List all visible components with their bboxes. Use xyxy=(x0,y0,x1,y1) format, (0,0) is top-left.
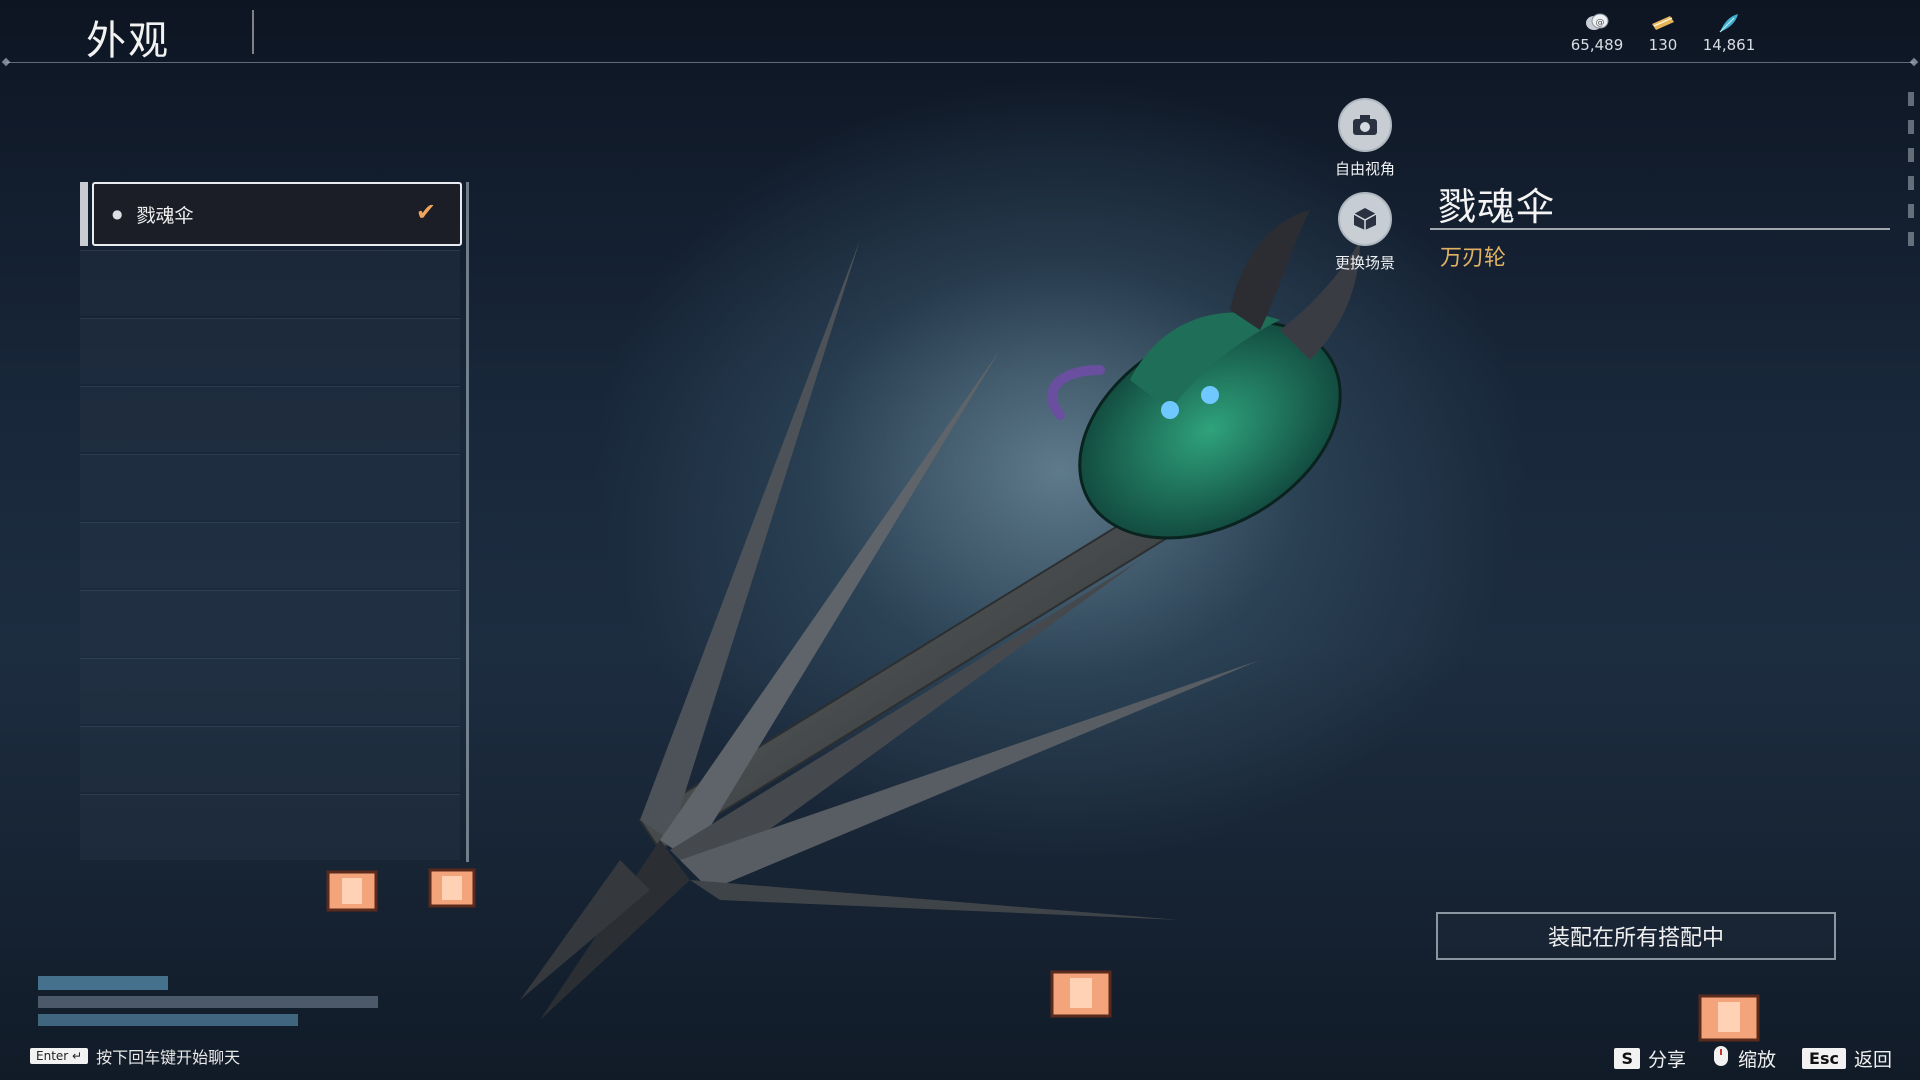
title-divider xyxy=(252,10,254,54)
weapon-name: 戮魂伞 xyxy=(1438,185,1556,229)
list-item-selected[interactable]: ● 戮魂伞 ✔ xyxy=(92,182,462,246)
lantern-image xyxy=(1046,966,1116,1026)
back-action[interactable]: Esc 返回 xyxy=(1802,1045,1892,1072)
list-item-empty[interactable] xyxy=(80,590,460,656)
drop-icon: ● xyxy=(112,207,123,221)
weapon-name-underline xyxy=(1430,228,1890,230)
camera-icon xyxy=(1338,98,1392,152)
list-scrollbar[interactable] xyxy=(466,182,469,862)
zoom-label: 缩放 xyxy=(1738,1049,1777,1071)
esc-key: Esc xyxy=(1802,1048,1846,1069)
change-scene-label: 更换场景 xyxy=(1334,254,1395,272)
list-item-empty[interactable] xyxy=(80,658,460,724)
coin-value: 65,489 xyxy=(1570,36,1624,54)
zoom-action[interactable]: 缩放 xyxy=(1712,1044,1776,1073)
currency-feather: 14,861 xyxy=(1694,12,1764,54)
equip-all-button[interactable]: 装配在所有搭配中 xyxy=(1436,912,1836,960)
currency-ticket: 130 xyxy=(1628,12,1698,54)
chat-log-blurred xyxy=(30,972,390,1032)
ticket-value: 130 xyxy=(1648,36,1678,54)
action-hints: S 分享 缩放 Esc 返回 xyxy=(1614,1044,1892,1073)
list-item-empty[interactable] xyxy=(80,386,460,452)
list-item-empty[interactable] xyxy=(80,318,460,384)
page-scroll-indicator[interactable] xyxy=(1908,92,1916,260)
list-item-empty[interactable] xyxy=(80,522,460,588)
chat-hint-text: 按下回车键开始聊天 xyxy=(96,1048,241,1067)
free-view-button[interactable]: 自由视角 xyxy=(1320,98,1410,179)
weapon-type: 万刃轮 xyxy=(1440,246,1507,271)
share-action[interactable]: S 分享 xyxy=(1614,1045,1686,1072)
list-left-tab xyxy=(80,182,88,246)
list-item-empty[interactable] xyxy=(80,726,460,792)
enter-key-chip: Enter ↵ xyxy=(30,1048,89,1064)
cube-icon xyxy=(1338,192,1392,246)
coin-icon: @ xyxy=(1562,12,1632,34)
change-scene-button[interactable]: 更换场景 xyxy=(1320,192,1410,273)
list-item-empty[interactable] xyxy=(80,794,460,860)
currency-coin: @ 65,489 xyxy=(1562,12,1632,54)
svg-text:@: @ xyxy=(1596,18,1605,28)
lantern-image xyxy=(424,864,480,916)
top-divider xyxy=(6,62,1914,63)
lantern-image xyxy=(1694,990,1764,1050)
share-label: 分享 xyxy=(1648,1049,1687,1071)
list-item-label: 戮魂伞 xyxy=(136,204,194,227)
back-label: 返回 xyxy=(1853,1049,1892,1071)
chat-hint[interactable]: Enter ↵ 按下回车键开始聊天 xyxy=(30,1044,240,1068)
list-item-empty[interactable] xyxy=(80,250,460,316)
check-icon: ✔ xyxy=(415,198,436,226)
top-bar: 外观 @ 65,489 130 14,861 xyxy=(0,0,1920,64)
appearance-list: ● 戮魂伞 ✔ xyxy=(80,182,470,982)
feather-value: 14,861 xyxy=(1702,36,1756,54)
lantern-image xyxy=(322,866,382,920)
feather-icon xyxy=(1694,12,1764,34)
mouse-wheel-icon xyxy=(1712,1044,1730,1073)
share-key: S xyxy=(1614,1048,1641,1069)
page-title: 外观 xyxy=(86,18,170,64)
ticket-icon xyxy=(1628,12,1698,34)
list-item-empty[interactable] xyxy=(80,454,460,520)
free-view-label: 自由视角 xyxy=(1334,160,1395,178)
